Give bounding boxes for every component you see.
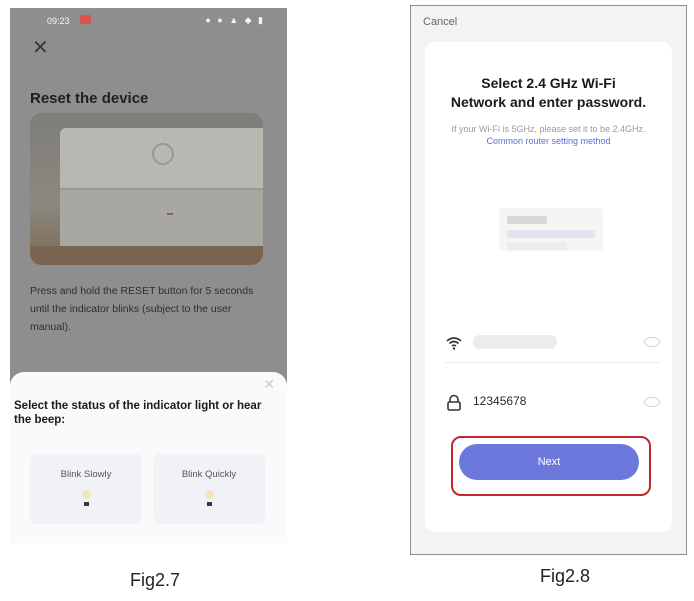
light-bulb-icon	[81, 490, 91, 499]
light-bulb-base	[83, 502, 89, 506]
light-bulb-icon	[204, 490, 214, 499]
sheet-title: Select the status of the indicator light…	[14, 400, 262, 426]
page-title: Reset the device	[30, 90, 149, 107]
illustration-row	[507, 242, 567, 250]
close-icon[interactable]: ✕	[263, 376, 275, 393]
option-label: Blink Quickly	[181, 469, 237, 480]
close-icon[interactable]: ✕	[32, 38, 49, 58]
illustration-row	[507, 216, 547, 224]
title-line-1: Select 2.4 GHz Wi-Fi	[481, 75, 616, 91]
blink-quickly-option[interactable]: Blink Quickly	[153, 454, 265, 524]
figure-caption: Fig2.7	[130, 570, 181, 590]
blink-slowly-option[interactable]: Blink Slowly	[30, 454, 142, 524]
status-time: 09:23	[47, 16, 70, 26]
wifi-setup-screen: Cancel Select 2.4 GHz Wi-Fi Network and …	[410, 5, 687, 555]
reset-instructions: Press and hold the RESET button for 5 se…	[30, 285, 254, 333]
indicator-light	[167, 213, 173, 215]
router-body	[60, 188, 263, 248]
reset-button-graphic	[152, 143, 174, 165]
reset-device-screen: 09:23 ● ● ▲ ◆ ▮ ✕ Reset the device Press…	[10, 8, 287, 543]
wifi-name-value	[473, 335, 557, 349]
password-field[interactable]: 12345678	[445, 384, 660, 422]
status-bar: 09:23 ● ● ▲ ◆ ▮	[10, 8, 287, 34]
wifi-icon	[446, 337, 462, 350]
next-button[interactable]: Next	[459, 444, 639, 480]
frequency-hint: If your Wi-Fi is 5GHz, please set it to …	[445, 123, 652, 147]
password-value: 12345678	[473, 394, 527, 408]
lock-icon	[447, 394, 461, 411]
wifi-card: Select 2.4 GHz Wi-Fi Network and enter p…	[425, 42, 672, 532]
indicator-status-sheet: ✕ Select the status of the indicator lig…	[10, 372, 287, 543]
floor	[30, 246, 263, 265]
router-image	[30, 113, 263, 265]
wifi-name-field[interactable]	[445, 324, 660, 363]
figure-caption: Fig2.8	[540, 566, 591, 586]
wifi-illustration	[499, 208, 603, 251]
option-label: Blink Slowly	[60, 469, 112, 480]
light-bulb-base	[206, 502, 212, 506]
hint-text: If your Wi-Fi is 5GHz, please set it to …	[451, 124, 646, 134]
title-line-2: Network and enter password.	[450, 94, 647, 110]
router-setting-link[interactable]: Common router setting method	[486, 136, 610, 146]
illustration-row	[507, 230, 595, 238]
page-title: Select 2.4 GHz Wi-Fi Network and enter p…	[425, 74, 672, 112]
notification-icon	[80, 15, 91, 24]
status-icons: ● ● ▲ ◆ ▮	[205, 15, 265, 25]
eye-icon[interactable]	[644, 397, 660, 407]
cancel-link[interactable]: Cancel	[423, 16, 457, 28]
switch-network-icon[interactable]	[644, 337, 660, 347]
